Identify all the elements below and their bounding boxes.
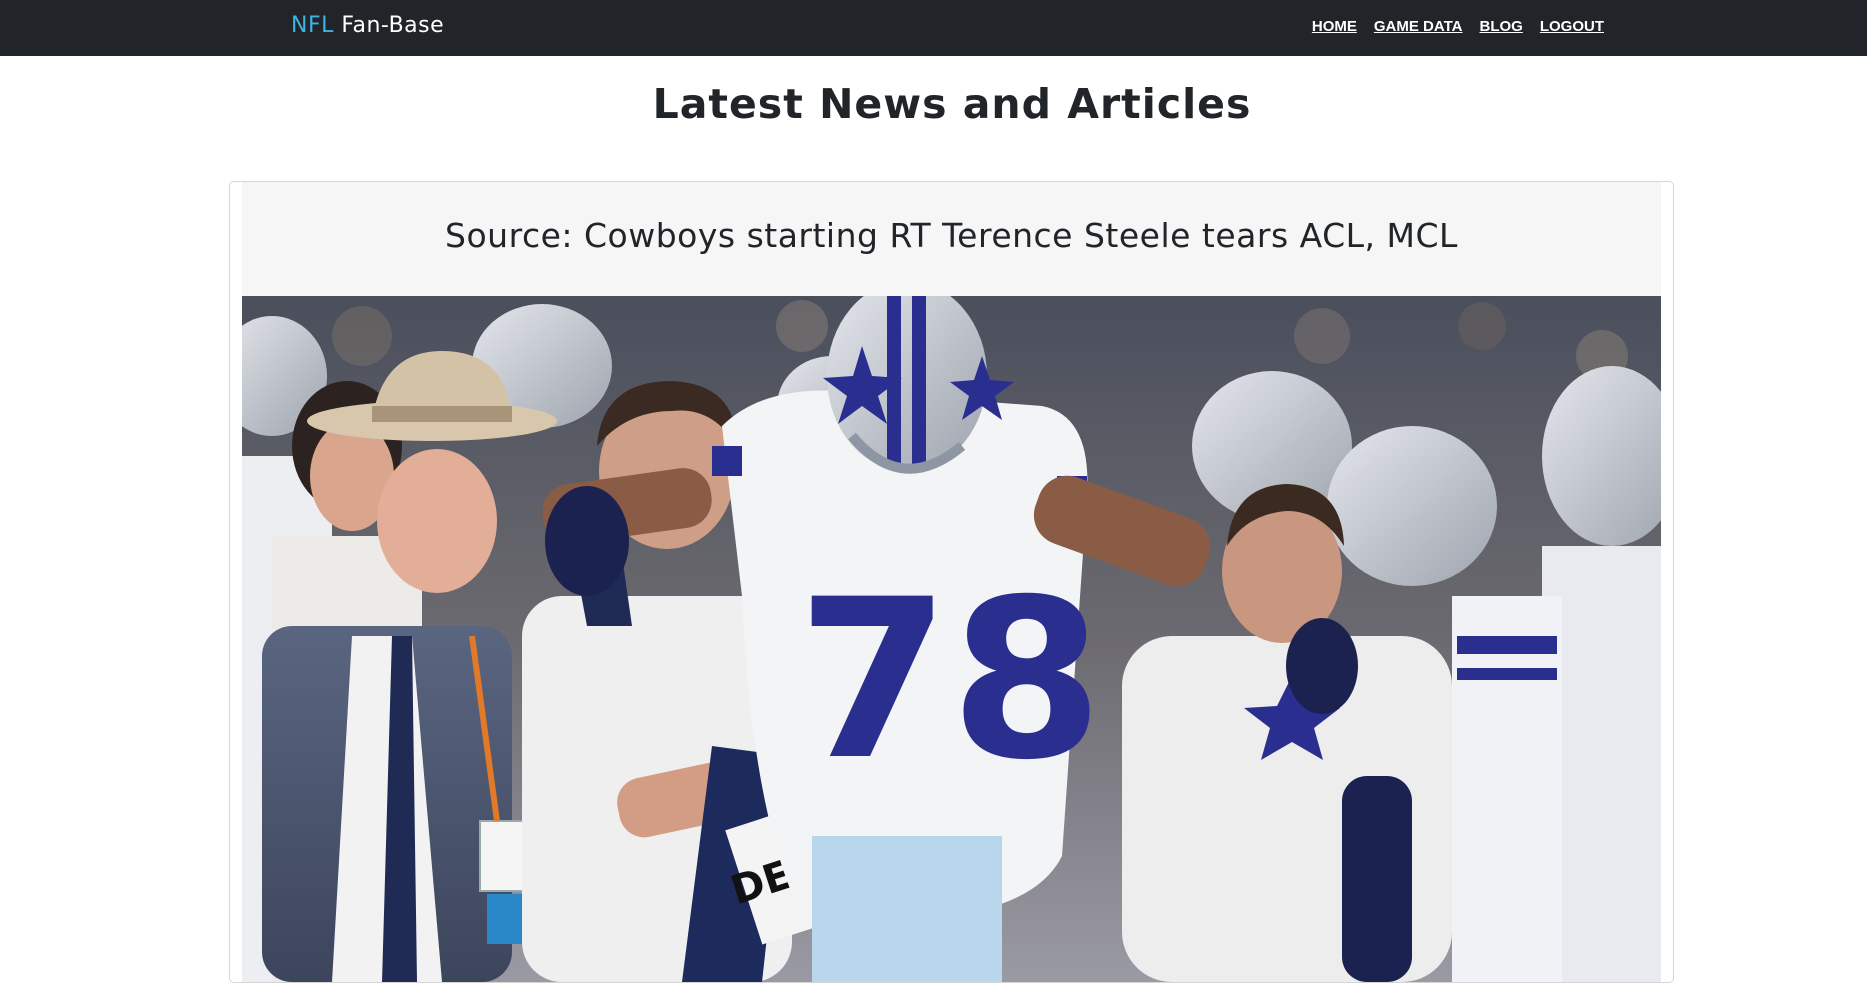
article-title[interactable]: Source: Cowboys starting RT Terence Stee… [242, 216, 1661, 255]
nav-link-home[interactable]: HOME [1312, 18, 1357, 35]
article-card[interactable]: Source: Cowboys starting RT Terence Stee… [229, 181, 1674, 983]
brand-accent-text: NFL [291, 13, 334, 38]
top-navbar: NFL Fan-Base HOME GAME DATA BLOG LOGOUT [0, 0, 1867, 56]
nav-link-game-data[interactable]: GAME DATA [1374, 18, 1463, 35]
jersey-number-text: 78 [797, 552, 1103, 808]
nav-link-logout[interactable]: LOGOUT [1540, 18, 1604, 35]
brand-name-text: Fan-Base [341, 13, 445, 38]
page-title: Latest News and Articles [652, 80, 1252, 128]
article-image[interactable]: DE 78 [242, 296, 1661, 982]
nav-links: HOME GAME DATA BLOG LOGOUT [1312, 18, 1604, 35]
brand-logo-link[interactable]: NFL Fan-Base [291, 13, 444, 38]
nav-link-blog[interactable]: BLOG [1479, 18, 1522, 35]
article-card-header: Source: Cowboys starting RT Terence Stee… [242, 182, 1661, 296]
article-photo: DE 78 [242, 296, 1661, 982]
